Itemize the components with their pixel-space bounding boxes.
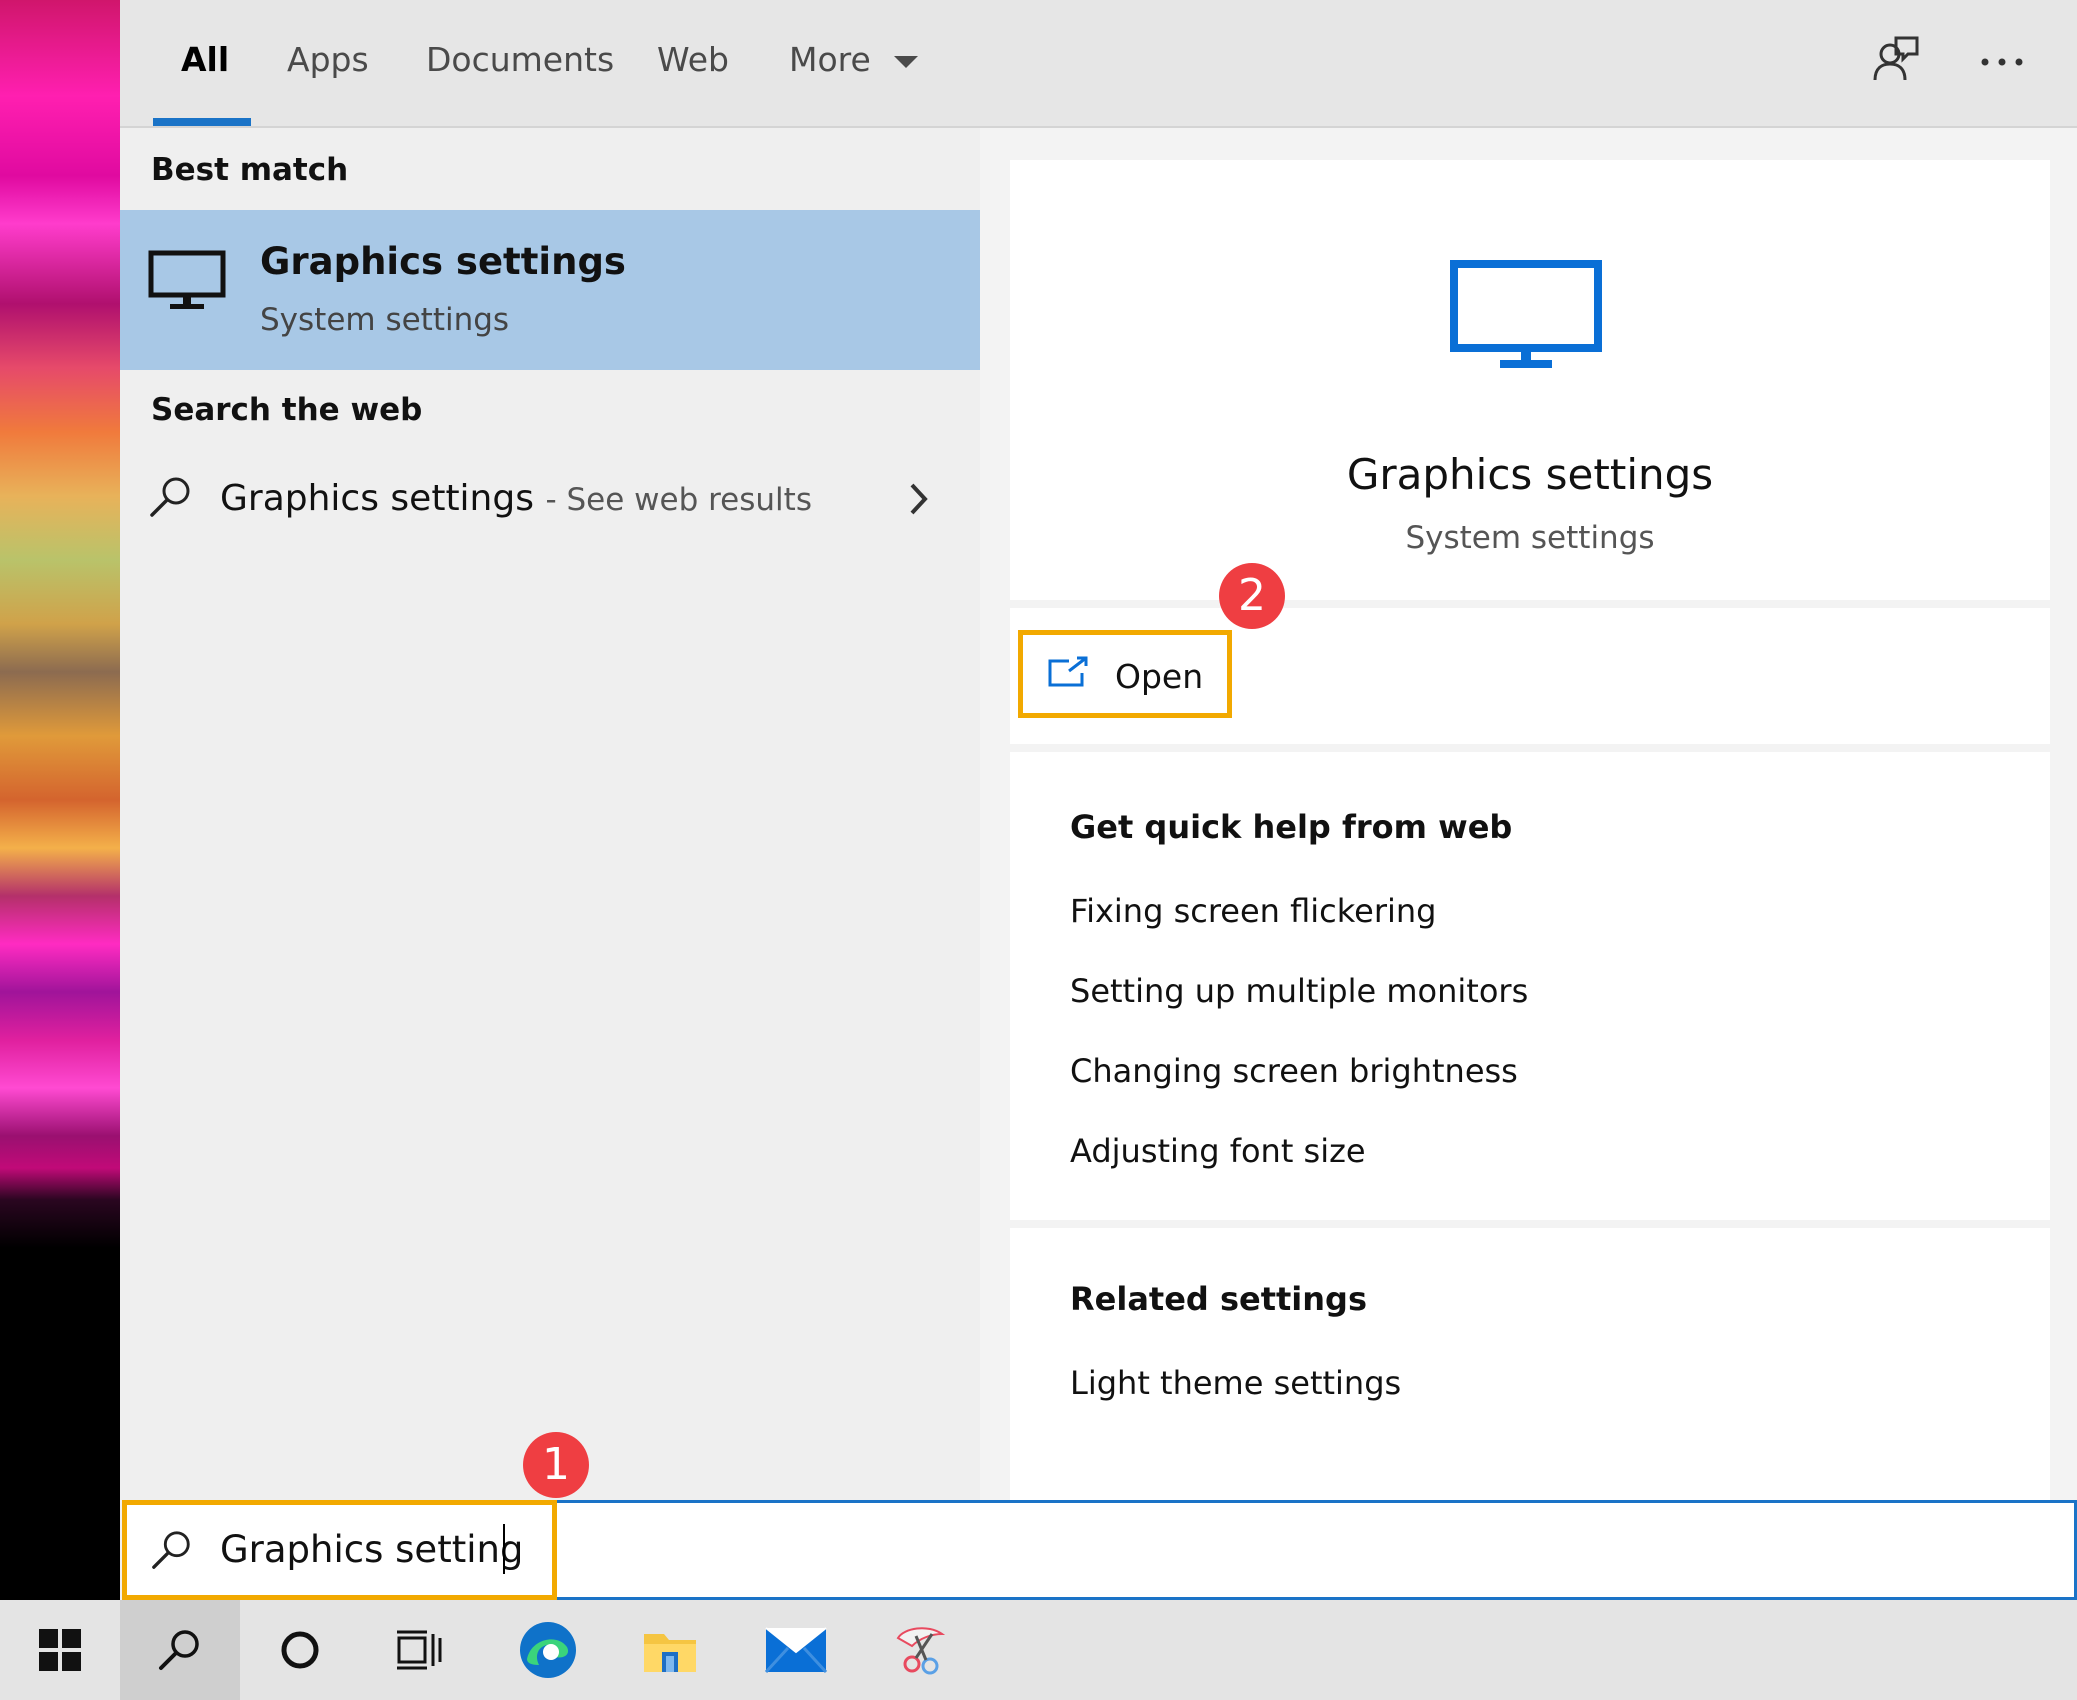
web-result-suffix: - See web results (545, 482, 812, 518)
search-highlight-box (122, 1500, 557, 1600)
search-icon (148, 474, 194, 524)
help-link-multiple-monitors[interactable]: Setting up multiple monitors (1070, 972, 1528, 1010)
step-badge-2: 2 (1219, 563, 1285, 629)
best-match-result[interactable]: Graphics settings System settings (120, 210, 980, 370)
step-badge-1: 1 (523, 1432, 589, 1498)
related-link-light-theme[interactable]: Light theme settings (1070, 1364, 1401, 1402)
open-external-icon (1047, 655, 1089, 693)
help-link-flickering[interactable]: Fixing screen flickering (1070, 892, 1436, 930)
feedback-icon[interactable] (1872, 34, 1920, 88)
monitor-icon (1450, 260, 1602, 376)
chevron-right-icon[interactable] (908, 482, 930, 520)
chevron-down-icon (894, 55, 919, 68)
taskbar (0, 1600, 2077, 1700)
cortana-icon[interactable] (240, 1600, 360, 1700)
tab-more-label: More (789, 40, 871, 79)
active-tab-indicator (153, 118, 251, 126)
related-settings-heading: Related settings (1070, 1280, 1367, 1318)
open-label: Open (1115, 657, 1204, 696)
search-icon[interactable] (120, 1600, 240, 1700)
help-link-brightness[interactable]: Changing screen brightness (1070, 1052, 1518, 1090)
monitor-icon (148, 250, 226, 316)
task-view-icon[interactable] (360, 1600, 480, 1700)
search-web-heading: Search the web (151, 392, 423, 428)
quick-help-heading: Get quick help from web (1070, 808, 1513, 846)
preview-panel: Graphics settings System settings Open G… (980, 128, 2077, 1500)
open-button[interactable]: Open (1018, 630, 1232, 718)
quick-help-card: Get quick help from web Fixing screen fl… (1010, 752, 2050, 1220)
snip-sketch-icon[interactable] (860, 1600, 980, 1700)
best-match-subtitle: System settings (260, 302, 510, 338)
preview-card: Graphics settings System settings (1010, 160, 2050, 600)
search-header: All Apps Documents Web More (120, 0, 2077, 128)
tab-all[interactable]: All (181, 40, 229, 79)
actions-card: Open (1010, 608, 2050, 744)
best-match-title: Graphics settings (260, 240, 626, 283)
desktop-wallpaper (0, 0, 120, 1600)
more-options-icon[interactable] (1980, 52, 2024, 71)
mail-icon[interactable] (736, 1600, 856, 1700)
tab-web[interactable]: Web (657, 40, 729, 79)
edge-icon[interactable] (488, 1600, 608, 1700)
web-result-query: Graphics settings (220, 478, 534, 519)
windows-start-icon[interactable] (0, 1600, 120, 1700)
related-settings-card: Related settings Light theme settings (1010, 1228, 2050, 1500)
preview-title: Graphics settings (1346, 450, 1714, 499)
web-result[interactable]: Graphics settings - See web results (120, 460, 980, 540)
file-explorer-icon[interactable] (610, 1600, 730, 1700)
tab-apps[interactable]: Apps (287, 40, 369, 79)
tab-documents[interactable]: Documents (426, 40, 614, 79)
tab-more[interactable]: More (789, 40, 919, 79)
help-link-font-size[interactable]: Adjusting font size (1070, 1132, 1366, 1170)
preview-subtitle: System settings (1405, 520, 1655, 556)
best-match-heading: Best match (151, 152, 349, 188)
